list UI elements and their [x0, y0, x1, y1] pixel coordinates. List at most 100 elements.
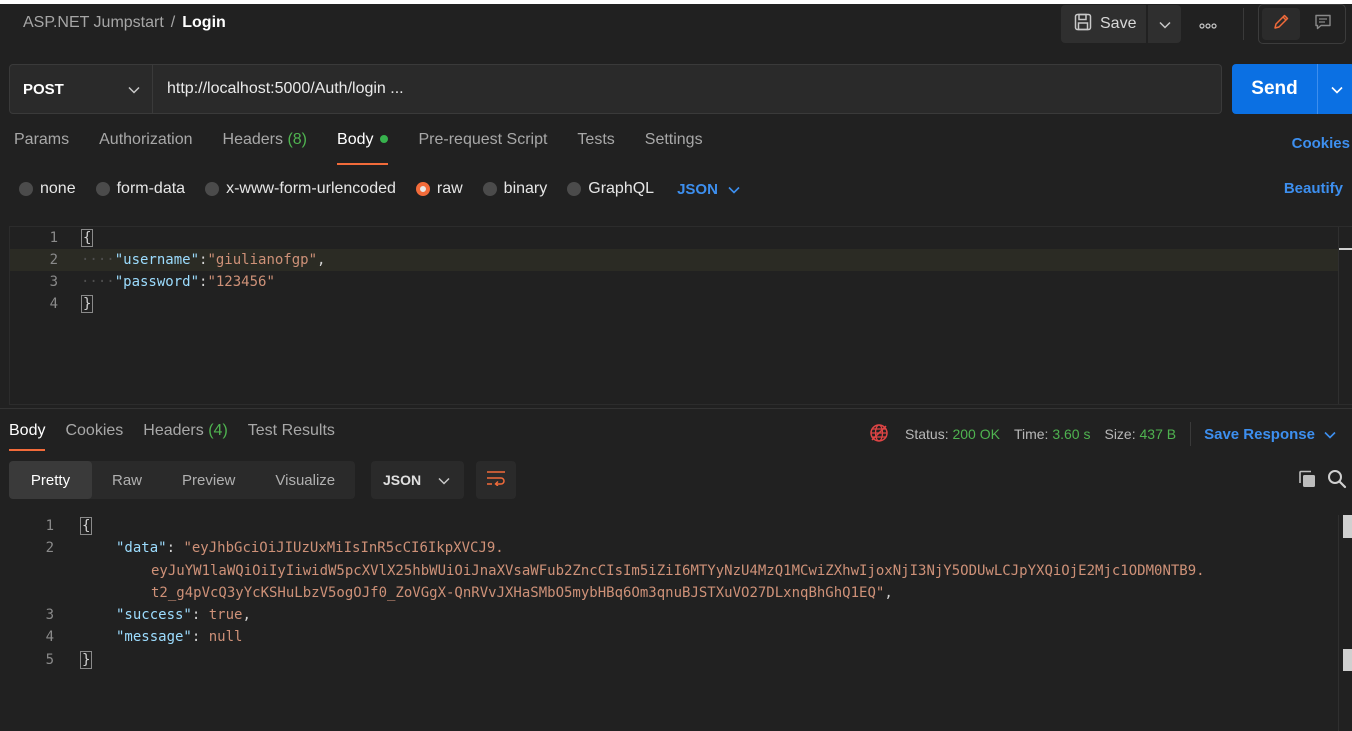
body-indicator-dot	[380, 135, 389, 143]
radio-circle	[482, 182, 497, 196]
editor-line: 4 }	[10, 293, 94, 315]
response-headers-count: (4)	[208, 422, 228, 439]
save-icon	[1074, 13, 1092, 36]
breadcrumb-collection[interactable]: ASP.NET Jumpstart	[23, 14, 164, 31]
header-divider	[1243, 8, 1244, 40]
chevron-down-icon	[1324, 426, 1336, 443]
copy-icon[interactable]	[1297, 469, 1317, 493]
breadcrumb-separator: /	[170, 14, 176, 31]
edit-mode-toggle	[1258, 4, 1346, 44]
body-type-form-data[interactable]: form-data	[95, 180, 185, 198]
json-string-continued: t2_g4pVcQ3yYcKSHuLbzV5ogOJf0_ZoVGgX-QnRV…	[151, 585, 885, 601]
view-preview[interactable]: Preview	[162, 461, 255, 499]
body-type-raw-label: raw	[436, 180, 463, 197]
line-number: 4	[45, 629, 54, 645]
response-format-select[interactable]: JSON	[371, 461, 464, 499]
breadcrumb-request-name[interactable]: Login	[182, 14, 226, 31]
http-method-value: POST	[23, 80, 64, 98]
request-body-editor[interactable]: 1 { 2 ····"username":"giulianofgp", 3 ··…	[9, 226, 1352, 405]
line-number: 4	[49, 296, 58, 312]
wrap-lines-icon	[486, 470, 506, 490]
response-body-viewer[interactable]: 1 { 2 "data": "eyJhbGciOiJIUzUxMiIsInR5c…	[0, 515, 1338, 731]
send-button[interactable]: Send	[1232, 64, 1317, 114]
response-tab-cookies[interactable]: Cookies	[65, 422, 123, 451]
json-colon: :	[191, 607, 209, 623]
line-number: 5	[45, 652, 54, 668]
pane-splitter[interactable]	[0, 408, 1352, 409]
chevron-down-icon	[728, 181, 740, 198]
globe-icon[interactable]	[869, 423, 889, 446]
line-number: 1	[49, 230, 58, 246]
url-input[interactable]	[167, 80, 1221, 98]
json-brace: {	[80, 517, 93, 535]
radio-circle	[205, 182, 220, 196]
body-type-binary[interactable]: binary	[482, 180, 547, 198]
radio-circle	[19, 182, 33, 196]
response-line: 3 "success": true,	[9, 604, 251, 626]
window-top-border	[0, 0, 1352, 4]
response-tab-test-results[interactable]: Test Results	[248, 422, 335, 451]
view-visualize[interactable]: Visualize	[255, 461, 355, 499]
response-tab-body[interactable]: Body	[9, 422, 46, 451]
body-type-graphql[interactable]: GraphQL	[567, 180, 654, 198]
http-method-select[interactable]: POST	[9, 64, 153, 114]
response-tab-headers[interactable]: Headers (4)	[143, 422, 228, 451]
body-language-select[interactable]: JSON	[677, 181, 740, 198]
line-number: 3	[49, 274, 58, 290]
more-horizontal-icon	[1199, 16, 1217, 33]
time-info[interactable]: Time: 3.60 s	[1014, 426, 1091, 442]
cookies-link[interactable]: Cookies	[1292, 135, 1350, 152]
body-type-raw[interactable]: raw	[415, 180, 463, 198]
comments-button[interactable]	[1304, 8, 1342, 40]
search-icon[interactable]	[1327, 469, 1347, 493]
size-label: Size:	[1104, 426, 1136, 442]
editor-scrollbar[interactable]	[1338, 227, 1339, 404]
response-scrollbar[interactable]	[1338, 515, 1339, 731]
status-info[interactable]: Status: 200 OK	[905, 426, 1000, 442]
response-line: 4 "message": null	[9, 626, 243, 648]
comment-icon	[1314, 13, 1332, 35]
response-line-wrapped: t2_g4pVcQ3yYcKSHuLbzV5ogOJf0_ZoVGgX-QnRV…	[151, 582, 893, 604]
size-info[interactable]: Size: 437 B	[1104, 426, 1176, 442]
tab-params[interactable]: Params	[14, 131, 69, 165]
tab-prerequest-script[interactable]: Pre-request Script	[418, 131, 547, 165]
body-type-urlencoded-label: x-www-form-urlencoded	[226, 180, 396, 197]
save-button[interactable]: Save	[1061, 5, 1146, 43]
save-response-button[interactable]: Save Response	[1204, 426, 1336, 443]
radio-circle-selected	[415, 182, 430, 196]
beautify-button[interactable]: Beautify	[1284, 180, 1343, 197]
response-status-bar: Status: 200 OK Time: 3.60 s Size: 437 B …	[869, 422, 1336, 446]
tab-body[interactable]: Body	[337, 131, 389, 165]
chevron-down-icon	[1158, 16, 1171, 33]
indent-guide: ····	[81, 274, 115, 290]
body-type-graphql-label: GraphQL	[588, 180, 655, 197]
line-number: 3	[45, 607, 54, 623]
body-type-none[interactable]: none	[19, 180, 76, 198]
view-pretty[interactable]: Pretty	[9, 461, 92, 499]
tab-headers[interactable]: Headers (8)	[223, 131, 308, 165]
json-brace: {	[81, 229, 94, 247]
body-type-urlencoded[interactable]: x-www-form-urlencoded	[205, 180, 396, 198]
response-line: 2 "data": "eyJhbGciOiJIUzUxMiIsInR5cCI6I…	[9, 537, 504, 559]
response-view-tabs: Pretty Raw Preview Visualize	[9, 461, 356, 499]
time-value: 3.60 s	[1052, 426, 1091, 442]
tab-headers-count: (8)	[287, 131, 308, 148]
tab-authorization[interactable]: Authorization	[99, 131, 192, 165]
save-options-button[interactable]	[1148, 5, 1181, 43]
request-tabs: Params Authorization Headers (8) Body Pr…	[14, 131, 733, 165]
edit-mode-button[interactable]	[1262, 8, 1300, 40]
json-key: "message"	[116, 629, 192, 645]
body-language-value: JSON	[677, 180, 718, 198]
send-options-button[interactable]	[1317, 64, 1352, 114]
json-brace: }	[80, 651, 93, 669]
time-label: Time:	[1013, 426, 1049, 442]
save-response-label: Save Response	[1204, 425, 1315, 443]
view-raw[interactable]: Raw	[92, 461, 162, 499]
tab-settings[interactable]: Settings	[645, 131, 703, 165]
tab-tests[interactable]: Tests	[577, 131, 614, 165]
json-string: "123456"	[207, 274, 275, 290]
more-actions-button[interactable]	[1192, 10, 1224, 38]
wrap-lines-button[interactable]	[476, 461, 516, 499]
json-key: "data"	[116, 540, 167, 556]
response-line-wrapped: eyJuYW1laWQiOiIyIiwidW5pcXVlX25hbWUiOiJn…	[151, 560, 1205, 582]
